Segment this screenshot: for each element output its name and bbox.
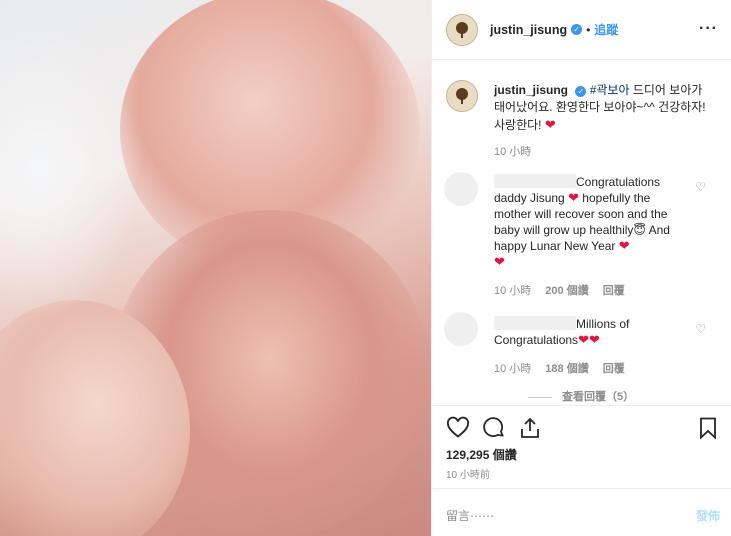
comment-avatar[interactable] xyxy=(444,172,478,206)
verified-badge-icon: ✓ xyxy=(575,86,587,97)
comment-bar: 留言⋯⋯ 發佈 xyxy=(432,488,731,536)
header-username[interactable]: justin_jisung xyxy=(490,23,567,37)
action-icons xyxy=(446,416,542,440)
comment-text: Congratulations daddy Jisung ❤ hopefully… xyxy=(494,174,690,270)
caption: justin_jisung ✓ #곽보아 드디어 보아가 태어났어요. 환영한다… xyxy=(446,80,726,158)
comment-avatar[interactable] xyxy=(444,312,478,346)
reply-button[interactable]: 回覆 xyxy=(603,282,625,298)
action-bar: 129,295 個讚 10 小時前 xyxy=(432,405,731,481)
verified-badge-icon: ✓ xyxy=(571,24,583,35)
post-header: justin_jisung ✓ • 追蹤 ··· xyxy=(432,0,731,60)
avatar[interactable] xyxy=(446,80,478,112)
small-heart-icon[interactable]: ♡ xyxy=(695,180,706,194)
instagram-post: justin_jisung ✓ • 追蹤 ··· justin_jisung ✓… xyxy=(0,0,731,536)
tree-logo-icon xyxy=(456,88,468,104)
separator: • xyxy=(586,22,591,37)
comments-feed[interactable]: justin_jisung ✓ #곽보아 드디어 보아가 태어났어요. 환영한다… xyxy=(432,60,731,405)
comment-text: Millions of Congratulations❤❤ xyxy=(494,316,690,348)
comment-input[interactable]: 留言⋯⋯ xyxy=(446,507,494,524)
share-icon[interactable] xyxy=(518,416,542,440)
heart-emoji: ❤ xyxy=(588,332,600,347)
more-options-icon[interactable]: ··· xyxy=(699,20,718,38)
reply-button[interactable]: 回覆 xyxy=(603,360,625,376)
posted-time[interactable]: 10 小時前 xyxy=(446,466,490,481)
heart-emoji: ❤ xyxy=(494,254,505,269)
caption-text: justin_jisung ✓ #곽보아 드디어 보아가 태어났어요. 환영한다… xyxy=(494,82,714,134)
comment-time[interactable]: 10 小時 xyxy=(494,282,531,298)
heart-outline-icon[interactable] xyxy=(446,416,470,440)
heart-emoji: ❤ xyxy=(568,190,579,205)
redacted-username[interactable] xyxy=(494,316,576,330)
save-button[interactable] xyxy=(696,416,720,443)
avatar[interactable] xyxy=(446,13,478,46)
comment-likes[interactable]: 200 個讚 xyxy=(545,282,588,298)
small-heart-icon[interactable]: ♡ xyxy=(695,322,706,336)
photo-shape xyxy=(0,20,140,320)
comment-item: Millions of Congratulations❤❤ ♡ 10 小時 18… xyxy=(432,312,731,382)
post-button[interactable]: 發佈 xyxy=(696,507,720,524)
comment-meta: 10 小時 188 個讚 回覆 xyxy=(494,360,625,376)
hashtag-link[interactable]: #곽보아 xyxy=(590,83,630,97)
tree-logo-icon xyxy=(456,21,468,38)
follow-button[interactable]: 追蹤 xyxy=(594,21,618,38)
heart-emoji: ❤ xyxy=(544,117,556,132)
heart-emoji: ❤ xyxy=(618,238,630,253)
likes-count[interactable]: 129,295 個讚 xyxy=(446,446,517,463)
heart-emoji: ❤ xyxy=(578,332,589,347)
post-sidebar: justin_jisung ✓ • 追蹤 ··· justin_jisung ✓… xyxy=(431,0,731,536)
comment-likes[interactable]: 188 個讚 xyxy=(545,360,588,376)
caption-username[interactable]: justin_jisung xyxy=(494,83,568,97)
comment-time[interactable]: 10 小時 xyxy=(494,360,531,376)
comment-meta: 10 小時 200 個讚 回覆 xyxy=(494,282,625,298)
post-photo[interactable] xyxy=(0,0,431,536)
bookmark-icon[interactable] xyxy=(696,416,720,440)
caption-time[interactable]: 10 小時 xyxy=(494,143,531,159)
comment-item: Congratulations daddy Jisung ❤ hopefully… xyxy=(432,170,731,300)
speech-bubble-icon[interactable] xyxy=(482,416,506,440)
redacted-username[interactable] xyxy=(494,174,576,188)
view-replies-button[interactable]: 查看回覆（5） xyxy=(528,388,634,404)
